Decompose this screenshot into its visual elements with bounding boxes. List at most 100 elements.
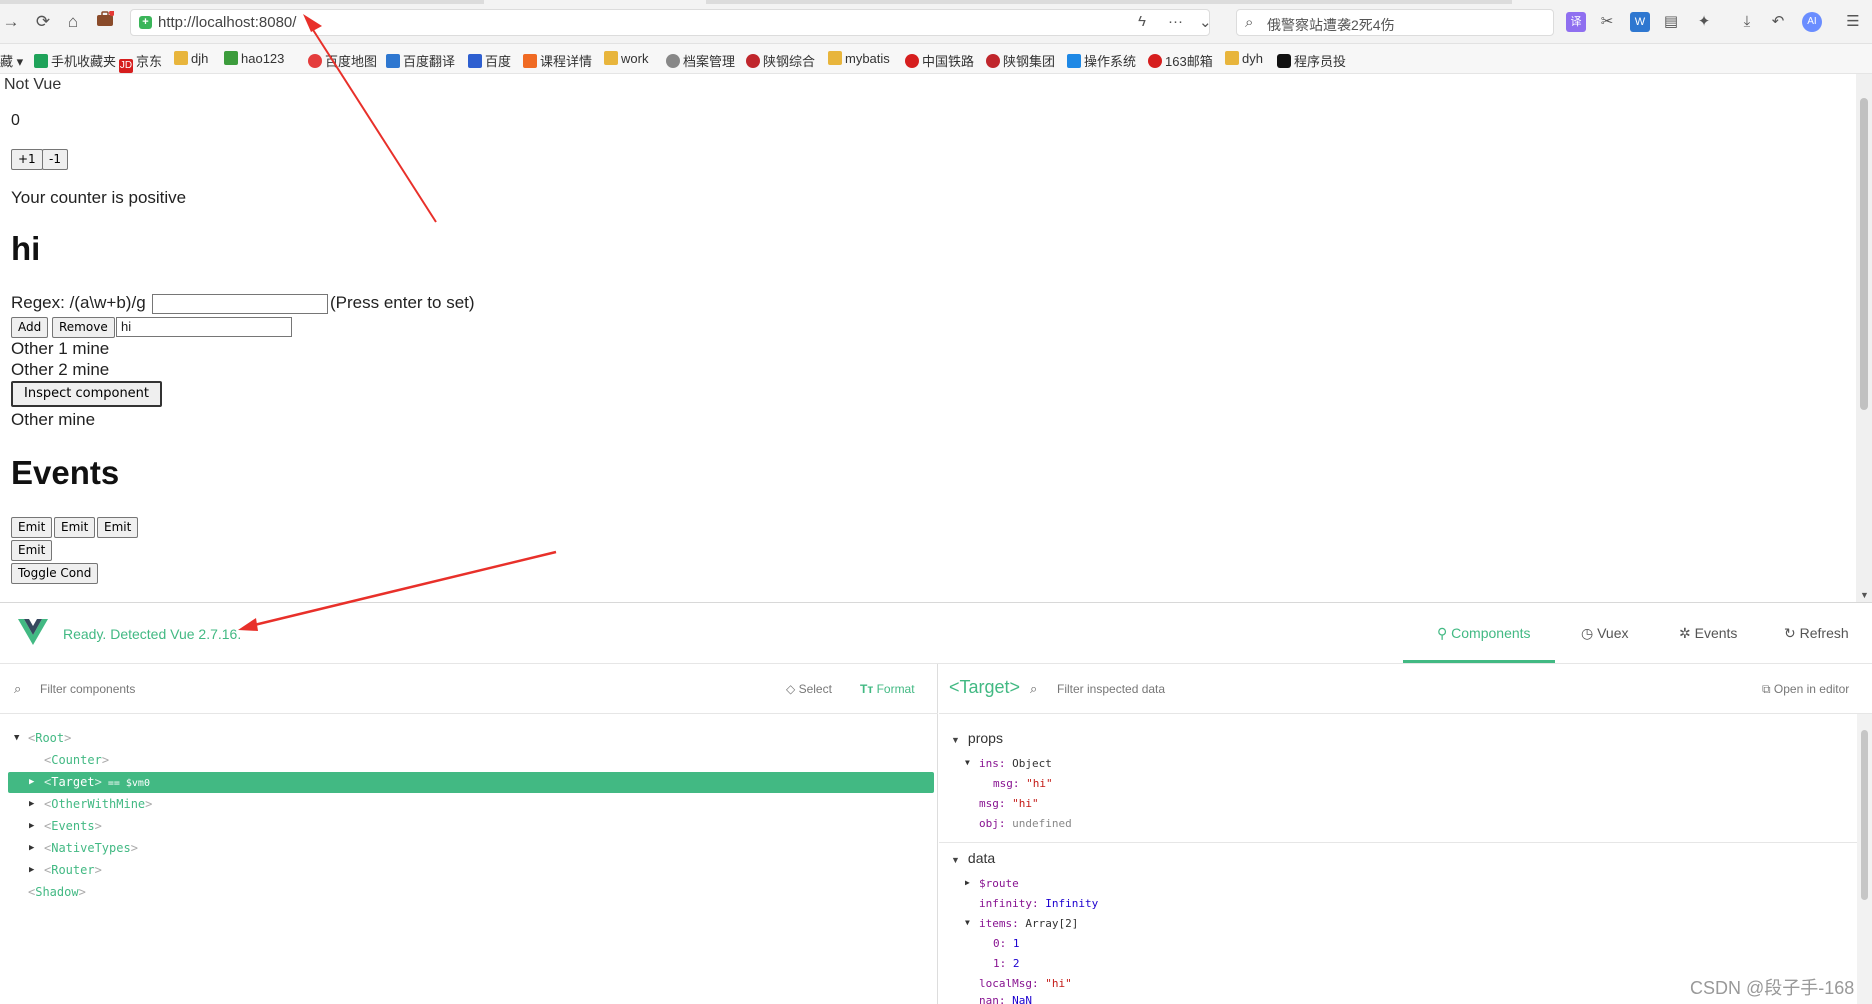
bookmark-item[interactable]: 课程详情 — [523, 51, 592, 70]
expand-arrow-icon[interactable]: ▶ — [965, 878, 970, 887]
search-text[interactable]: 俄警察站遭袭2死4伤 — [1267, 15, 1395, 35]
tree-node-nativetypes[interactable]: ▶ <NativeTypes> — [8, 838, 934, 859]
ai-icon[interactable]: AI — [1802, 12, 1822, 32]
filter-components-input[interactable]: Filter components — [40, 682, 135, 696]
bookmark-item[interactable]: dyh — [1225, 51, 1263, 66]
chevron-down-icon[interactable]: ⌄ — [1199, 13, 1212, 31]
tree-node-events[interactable]: ▶ <Events> — [8, 816, 934, 837]
prop-obj[interactable]: obj: undefined — [979, 817, 1072, 830]
bookmark-item[interactable]: 中国铁路 — [905, 51, 974, 70]
tree-node-shadow[interactable]: <Shadow> — [8, 882, 934, 903]
prop-ins-msg[interactable]: msg: "hi" — [993, 777, 1053, 790]
events-heading: Events — [11, 454, 120, 491]
open-in-editor-button[interactable]: ⧉ Open in editor — [1762, 682, 1849, 697]
data-section[interactable]: ▼ data — [951, 850, 995, 866]
tab-vuex[interactable]: ◷ Vuex — [1581, 625, 1629, 642]
bookmark-item[interactable]: 程序员投 — [1277, 51, 1346, 70]
tree-node-target[interactable]: ▶ <Target> == $vm0 — [8, 772, 934, 793]
remove-button[interactable]: Remove — [52, 317, 115, 338]
data-items[interactable]: ▼ items: Array[2] — [965, 917, 1078, 930]
prop-msg[interactable]: msg: "hi" — [979, 797, 1039, 810]
notes-icon[interactable]: ▤ — [1661, 12, 1681, 32]
data-route[interactable]: ▶ $route — [965, 877, 1019, 890]
more-icon[interactable]: ··· — [1168, 13, 1183, 30]
regex-input[interactable] — [152, 294, 328, 314]
emit-button[interactable]: Emit — [11, 540, 53, 561]
expand-arrow-icon[interactable]: ▶ — [29, 860, 34, 881]
emit-button[interactable]: Emit — [97, 517, 139, 538]
filter-inspected-input[interactable]: Filter inspected data — [1057, 682, 1165, 696]
bookmark-item[interactable]: 百度 — [468, 51, 511, 70]
bookmark-item[interactable]: JD 京东 — [119, 51, 162, 73]
data-infinity[interactable]: infinity: Infinity — [979, 897, 1098, 910]
scissors-icon[interactable]: ✂ — [1597, 12, 1617, 32]
briefcase-icon[interactable] — [94, 10, 116, 33]
bookmark-item[interactable]: djh — [174, 51, 208, 66]
collapse-arrow-icon[interactable]: ▼ — [965, 918, 970, 927]
expand-arrow-icon[interactable]: ▶ — [29, 794, 34, 815]
component-tree-pane: ⌕ Filter components ◇ Select Tт Format ▼… — [0, 664, 938, 1004]
scrollbar-thumb[interactable] — [1861, 730, 1868, 900]
undo-icon[interactable]: ↶ — [1768, 12, 1788, 32]
tab-components[interactable]: ⚲ Components — [1437, 625, 1531, 642]
collapse-arrow-icon[interactable]: ▼ — [965, 758, 970, 767]
reload-icon[interactable]: ⟳ — [32, 11, 54, 33]
download-icon[interactable]: ⤓ — [1737, 12, 1757, 32]
props-section[interactable]: ▼ props — [951, 730, 1003, 746]
bookmark-item[interactable]: 百度地图 — [308, 51, 377, 70]
tab-events[interactable]: ✲ Events — [1679, 625, 1737, 642]
add-button[interactable]: Add — [11, 317, 49, 338]
address-url[interactable]: http://localhost:8080/ — [158, 14, 296, 31]
address-bar[interactable]: + http://localhost:8080/ ϟ ··· ⌄ — [130, 9, 1212, 36]
inspector-scrollbar[interactable] — [1857, 714, 1872, 1004]
translate-ext-icon[interactable]: 译 — [1566, 12, 1586, 32]
menu-icon[interactable]: ☰ — [1843, 12, 1863, 32]
data-nan[interactable]: nan: NaN — [979, 994, 1032, 1004]
expand-arrow-icon[interactable]: ▶ — [29, 838, 34, 859]
bookmark-item[interactable]: 陕钢集团 — [986, 51, 1055, 70]
collapse-arrow-icon[interactable]: ▼ — [951, 735, 960, 745]
format-button[interactable]: Tт Format — [860, 682, 915, 696]
bookmark-item[interactable]: 百度翻译 — [386, 51, 455, 70]
refresh-button[interactable]: ↻ Refresh — [1784, 625, 1849, 642]
bookmark-item[interactable]: 藏 ▾ — [0, 51, 23, 70]
emit-button[interactable]: Emit — [11, 517, 53, 538]
tree-node-router[interactable]: ▶ <Router> — [8, 860, 934, 881]
word-ext-icon[interactable]: W — [1630, 12, 1650, 32]
data-localmsg[interactable]: localMsg: "hi" — [979, 977, 1072, 990]
puzzle-icon[interactable]: ✦ — [1694, 12, 1714, 32]
forward-icon[interactable]: → — [0, 11, 22, 33]
decrement-button[interactable]: -1 — [42, 149, 68, 170]
inspect-component-button[interactable]: Inspect component — [11, 381, 163, 407]
toggle-cond-button[interactable]: Toggle Cond — [11, 563, 99, 584]
bookmark-item[interactable]: work — [604, 51, 648, 66]
expand-arrow-icon[interactable]: ▼ — [14, 728, 19, 749]
tree-node-root[interactable]: ▼ <Root> — [8, 728, 934, 749]
page-scrollbar[interactable]: ▼ — [1856, 74, 1872, 602]
bookmark-item[interactable]: 档案管理 — [666, 51, 735, 70]
expand-arrow-icon[interactable]: ▶ — [29, 816, 34, 837]
tree-node-otherwithmine[interactable]: ▶ <OtherWithMine> — [8, 794, 934, 815]
increment-button[interactable]: +1 — [11, 149, 43, 170]
lightning-icon[interactable]: ϟ — [1138, 13, 1146, 30]
bookmark-item[interactable]: hao123 — [224, 51, 284, 66]
item-input[interactable]: hi — [116, 317, 292, 337]
bookmark-item[interactable]: mybatis — [828, 51, 890, 66]
data-items-0[interactable]: 0: 1 — [993, 937, 1020, 950]
bookmark-item[interactable]: 操作系统 — [1067, 51, 1136, 70]
search-box[interactable]: ⌕ 俄警察站遭袭2死4伤 — [1236, 9, 1554, 36]
data-items-1[interactable]: 1: 2 — [993, 957, 1020, 970]
bookmark-item[interactable]: 陕钢综合 — [746, 51, 815, 70]
data-value: 1 — [1012, 937, 1020, 950]
collapse-arrow-icon[interactable]: ▼ — [951, 855, 960, 865]
bookmark-item[interactable]: 163邮箱 — [1148, 51, 1213, 70]
bookmark-item[interactable]: 手机收藏夹 — [34, 51, 116, 70]
select-button[interactable]: ◇ Select — [786, 682, 832, 696]
expand-arrow-icon[interactable]: ▶ — [29, 772, 34, 793]
emit-button[interactable]: Emit — [54, 517, 96, 538]
home-icon[interactable]: ⌂ — [62, 11, 84, 33]
scrollbar-thumb[interactable] — [1860, 98, 1868, 410]
tree-node-counter[interactable]: <Counter> — [8, 750, 934, 771]
prop-ins[interactable]: ▼ ins: Object — [965, 757, 1052, 770]
scroll-down-icon[interactable]: ▼ — [1860, 590, 1869, 600]
